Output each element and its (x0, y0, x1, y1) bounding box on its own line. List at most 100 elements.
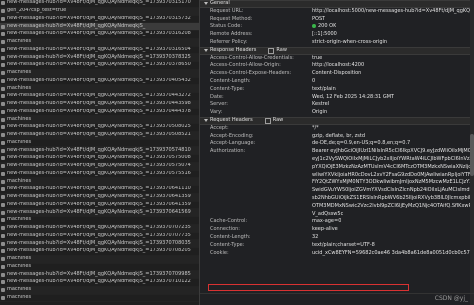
general-row: Referrer Policy: strict-origin-when-cross… (200, 39, 474, 47)
request-row[interactable]: new-messages-hub?id=Xv48Ft/dJM_qgKQAyNdm… (0, 186, 199, 194)
request-header-key: Accept-Encoding: (210, 132, 254, 139)
request-row[interactable]: new-messages-hub?id=Xv48Ft/dJM_qgKQAyNdm… (0, 62, 199, 70)
request-header-value[interactable]: wIiwiYXVkIjoiaHR0cDovL2xvY2FsaG9zdDo0MjA… (312, 172, 474, 180)
request-header-value[interactable]: FiY2QtZWYxMjM0NTY3ODkwIiwibmJmIjoxNzM5Mz… (312, 179, 474, 187)
status-code-text: 200 OK (318, 23, 337, 30)
request-row[interactable]: machines (0, 116, 199, 124)
raw-checkbox[interactable] (268, 47, 275, 54)
request-header-value[interactable]: max-age=0 (312, 218, 341, 226)
request-name: new-messages-hub?id=Xv48Ft/dJM_qgKQAyNdm… (7, 46, 191, 52)
request-header-row: Accept: */* (200, 125, 474, 133)
request-header-value[interactable]: 32 (312, 234, 318, 242)
request-row[interactable]: new-messages-hub?id=Xv48Ft/dJM_qgKQAyNdm… (0, 0, 199, 8)
request-row[interactable]: new-messages-hub?id=Xv48Ft/dJM_qgKQAyNdm… (0, 155, 199, 163)
raw-checkbox[interactable] (264, 117, 271, 124)
request-row[interactable]: new-messages-hub?id=Xv48Ft/dJM_qgKQAyNdm… (0, 279, 199, 287)
request-row[interactable]: machines (0, 178, 199, 186)
request-row[interactable]: machines (0, 69, 199, 78)
request-header-value[interactable]: OTM3MDMxNSwic2Vzc2lvbl9pZCI6IjEyMzQ1Njc4… (312, 203, 474, 211)
general-section-header[interactable]: General (200, 0, 474, 8)
request-header-value[interactable]: keep-alive (312, 226, 338, 234)
request-header-value[interactable]: sb2NhbGUiOiJkZS1ERSIsInRpbWV6b25lIjoiRXV… (312, 195, 474, 203)
response-header-value[interactable]: Wed, 12 Feb 2025 14:28:31 GMT (312, 94, 394, 102)
request-row[interactable]: new-messages-hub?id=Xv48Ft/dJM_qgKQAyNdm… (0, 209, 199, 217)
request-row[interactable]: new-messages-hub?id=Xv48Ft/dJM_qgKQAyNdm… (0, 147, 199, 155)
request-row[interactable]: new-messages-hub?id=Xv48Ft/dJM_qgKQAyNdm… (0, 171, 199, 179)
request-header-value[interactable]: */* (312, 125, 319, 133)
raw-label: Raw (276, 46, 287, 53)
request-name: new-messages-hub?id=Xv48Ft/dJM_qgKQAyNdm… (7, 93, 191, 99)
request-header-row: SwidGVuYW50IjoiZGVmYXVsdCIsInZlcnNpb24iO… (200, 187, 474, 195)
request-row[interactable]: gen_204?csp_test=true (0, 7, 199, 16)
request-row[interactable]: new-messages-hub?id=Xv48Ft/dJM_qgKQAyNdm… (0, 131, 199, 140)
request-row[interactable]: new-messages-hub?id=Xv48Ft/dJM_qgKQAyNdm… (0, 162, 199, 171)
scrollbar-thumb[interactable] (470, 134, 474, 176)
request-header-value[interactable]: pYXQiOjE3MzkzNzAzMTUsImV4cCI6MTczOTM3Mzk… (312, 164, 474, 172)
general-key: Request Method: (210, 15, 253, 22)
request-row[interactable]: new-messages-hub?id=Xv48Ft/dJM_qgKQAyNdm… (0, 54, 199, 62)
request-headers-section-header[interactable]: Request Headers Raw (200, 116, 474, 125)
response-header-row: Access-Control-Allow-Credentials: true (200, 55, 474, 63)
request-row[interactable]: new-messages-hub?id=Xv48Ft/dJM_qgKQAyNdm… (0, 202, 199, 210)
request-row[interactable]: machines (0, 217, 199, 225)
request-header-value[interactable]: de-DE,de;q=0.9,en-US;q=0.8,en;q=0.7 (312, 140, 410, 148)
response-header-value[interactable]: 0 (312, 78, 315, 86)
network-request-list[interactable]: new-messages-hub?id=Xv48Ft/dJM_qgKQAyNdm… (0, 0, 199, 305)
request-row[interactable]: new-messages-hub?id=Xv48Ft/dJM_qgKQAyNdm… (0, 23, 199, 31)
request-row[interactable]: new-messages-hub?id=Xv48Ft/dJM_qgKQAyNdm… (0, 78, 199, 86)
request-row[interactable]: machines (0, 85, 199, 93)
general-value[interactable]: 200 OK (312, 23, 336, 31)
response-header-value[interactable]: Kestrel (312, 101, 329, 109)
request-type-icon (1, 164, 5, 169)
request-row[interactable]: new-messages-hub?id=Xv48Ft/dJM_qgKQAyNdm… (0, 240, 199, 248)
request-row[interactable]: machines (0, 264, 199, 272)
request-row[interactable]: new-messages-hub?id=Xv48Ft/dJM_qgKQAyNdm… (0, 31, 199, 39)
request-row[interactable]: new-messages-hub?id=Xv48Ft/dJM_qgKQAyNdm… (0, 109, 199, 117)
request-name: new-messages-hub?id=Xv48Ft/dJM_qgKQAyNdm… (7, 248, 191, 254)
request-row[interactable]: new-messages-hub?id=Xv48Ft/dJM_qgKQAyNdm… (0, 16, 199, 24)
request-row[interactable]: new-messages-hub?id=Xv48Ft/dJM_qgKQAyNdm… (0, 193, 199, 202)
request-row[interactable]: machines (0, 286, 199, 295)
general-value[interactable]: strict-origin-when-cross-origin (312, 39, 387, 47)
general-row: Request Method: POST (200, 16, 474, 24)
response-header-value[interactable]: http://localhost:4200 (312, 62, 364, 70)
request-row[interactable]: machines (0, 295, 199, 303)
request-type-icon (1, 16, 5, 21)
response-header-value[interactable]: Origin (312, 109, 327, 117)
request-row[interactable]: machines (0, 38, 199, 47)
general-value[interactable]: POST (312, 16, 325, 24)
request-header-value[interactable]: gzip, deflate, br, zstd (312, 133, 365, 141)
request-row[interactable]: machines (0, 255, 199, 264)
response-headers-section-header[interactable]: Response Headers Raw (200, 46, 474, 55)
response-header-value[interactable]: text/plain (312, 86, 336, 94)
response-header-value[interactable]: Content-Disposition (312, 70, 361, 78)
request-row[interactable]: machines (0, 140, 199, 148)
request-row[interactable]: new-messages-hub?id=Xv48Ft/dJM_qgKQAyNdm… (0, 271, 199, 279)
request-type-icon (1, 288, 5, 293)
general-value[interactable]: [::1]:5000 (312, 31, 337, 39)
request-row[interactable]: new-messages-hub?id=Xv48Ft/dJM_qgKQAyNdm… (0, 248, 199, 256)
general-value[interactable]: http://localhost:5000/new-messages-hub?i… (312, 8, 474, 16)
request-row[interactable]: new-messages-hub?id=Xv48Ft/dJM_qgKQAyNdm… (0, 47, 199, 55)
request-row[interactable]: new-messages-hub?id=Xv48Ft/dJM_qgKQAyNdm… (0, 100, 199, 109)
response-header-row: Content-Length: 0 (200, 78, 474, 86)
caret-down-icon (204, 119, 208, 123)
request-type-icon (1, 32, 5, 37)
request-name: machines (7, 263, 32, 269)
request-name: new-messages-hub?id=Xv48Ft/dJM_qgKQAyNdm… (7, 77, 191, 83)
request-header-value[interactable]: eyJ1c2VySWQiOiIxMjMiLCJyb2xlIjoiYWRtaW4i… (312, 156, 474, 164)
response-header-key: Server: (210, 101, 228, 108)
request-row[interactable]: new-messages-hub?id=Xv48Ft/dJM_qgKQAyNdm… (0, 93, 199, 101)
response-header-value[interactable]: true (312, 55, 322, 63)
request-header-value[interactable]: ucid_xCw8EYFN=59682c0ae46 3da4b8a61de8a0… (312, 250, 474, 258)
request-row[interactable]: new-messages-hub?id=Xv48Ft/dJM_qgKQAyNdm… (0, 124, 199, 132)
request-header-value[interactable]: V_adQssw5c (312, 211, 343, 219)
request-header-value[interactable]: Bearer eyJhbGciOiJIUzI1NiIsInR5cCI6IkpXV… (312, 148, 474, 156)
request-header-value[interactable]: text/plain;charset=UTF-8 (312, 242, 375, 250)
request-header-key: Cookie: (210, 249, 229, 256)
request-header-key: Content-Length: (210, 233, 251, 240)
request-header-value[interactable]: SwidGVuYW50IjoiZGVmYXVsdCIsInZlcnNpb24iO… (312, 187, 474, 195)
raw-label: Raw (272, 116, 284, 123)
request-row[interactable]: new-messages-hub?id=Xv48Ft/dJM_qgKQAyNdm… (0, 233, 199, 241)
request-row[interactable]: new-messages-hub?id=Xv48Ft/dJM_qgKQAyNdm… (0, 224, 199, 233)
